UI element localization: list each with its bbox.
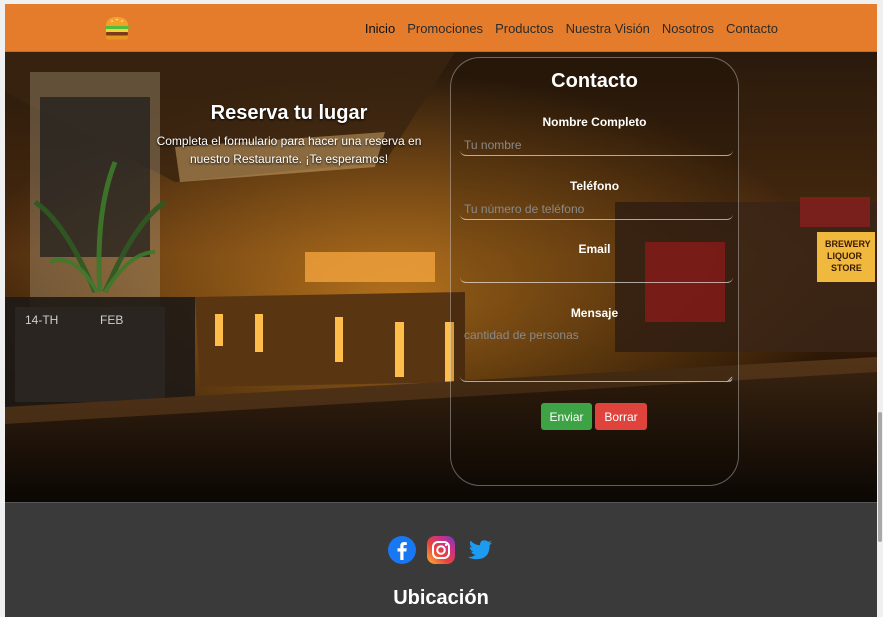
contact-title: Contacto [551,70,638,92]
restaurant-background-image: 14-TH FEB BREWERY LIQUOR STORE [5,52,877,502]
page: Inicio Promociones Productos Nuestra Vis… [5,4,877,617]
location-title: Ubicación [393,587,489,609]
reserva-title: Reserva tu lugar [210,102,368,124]
footer: Ubicación [5,502,877,617]
nav-item-nuestra-vision[interactable]: Nuestra Visión [566,21,650,36]
send-button[interactable]: Enviar [541,403,592,430]
nav-item-contacto[interactable]: Contacto [726,21,778,36]
facebook-icon[interactable] [387,535,417,565]
instagram-icon[interactable] [426,535,456,565]
email-input[interactable] [460,261,733,283]
email-label: Email [578,242,611,256]
svg-text:LIQUOR: LIQUOR [827,251,862,261]
clear-button[interactable]: Borrar [595,403,647,430]
message-label: Mensaje [570,306,619,320]
resize-handle-icon[interactable] [726,376,732,382]
nav-item-promociones[interactable]: Promociones [407,21,483,36]
scrollbar-thumb[interactable] [878,412,882,542]
phone-label: Teléfono [569,179,620,193]
navbar: Inicio Promociones Productos Nuestra Vis… [5,4,877,52]
name-label: Nombre Completo [542,115,647,129]
hero-section: 14-TH FEB BREWERY LIQUOR STORE Reserva t… [5,52,877,502]
name-input[interactable] [460,134,733,156]
phone-input[interactable] [460,198,733,220]
message-textarea[interactable] [460,324,733,382]
nav-item-nosotros[interactable]: Nosotros [662,21,714,36]
nav-menu: Inicio Promociones Productos Nuestra Vis… [365,4,778,52]
burger-icon[interactable] [103,14,131,42]
nav-item-inicio[interactable]: Inicio [365,21,395,36]
twitter-icon[interactable] [465,535,495,565]
svg-text:BREWERY: BREWERY [825,239,871,249]
svg-text:FEB: FEB [100,313,123,327]
reserva-description: Completa el formulario para hacer una re… [156,134,422,166]
svg-text:STORE: STORE [831,263,862,273]
svg-text:14-TH: 14-TH [25,313,58,327]
nav-item-productos[interactable]: Productos [495,21,554,36]
